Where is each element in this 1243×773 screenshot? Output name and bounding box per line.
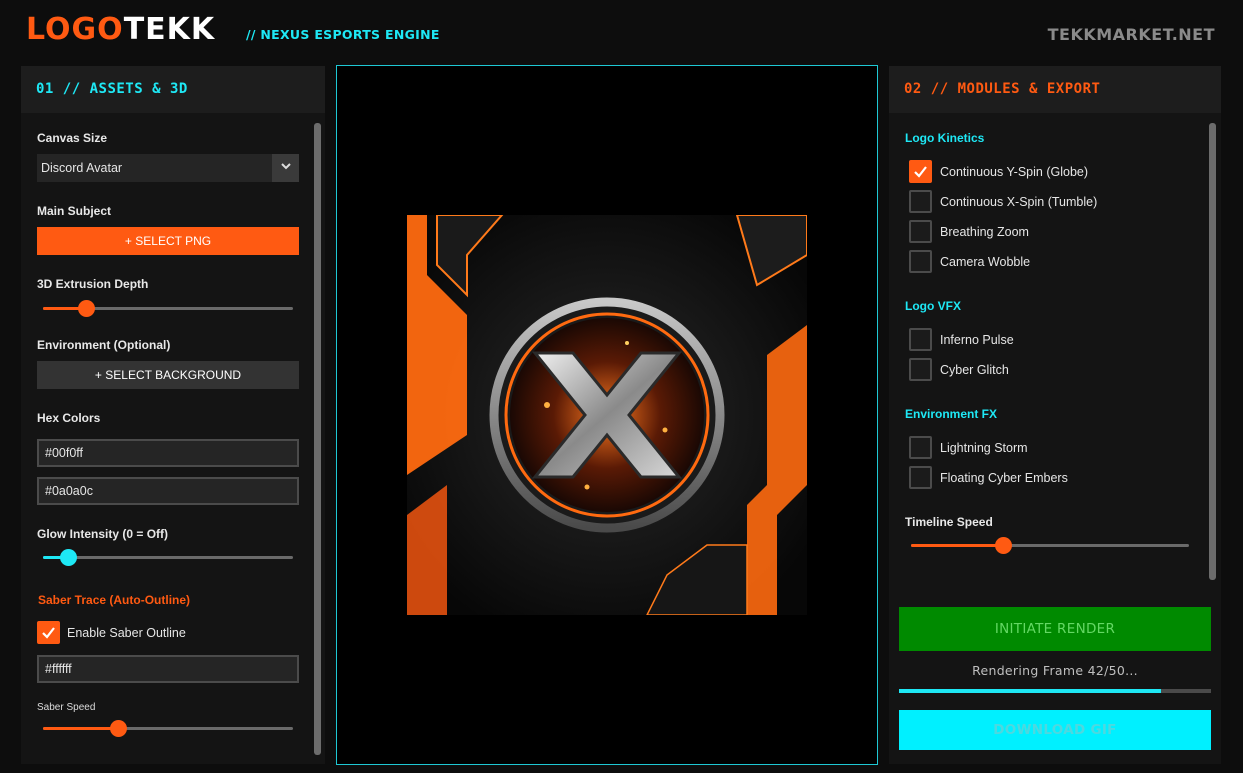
saber-speed-knob[interactable] — [110, 720, 127, 737]
hex-colors-label: Hex Colors — [37, 411, 101, 425]
render-progress-fill — [899, 689, 1162, 693]
modules-scrollbar[interactable] — [1209, 123, 1216, 580]
vfx-inferno-pulse-checkbox[interactable] — [909, 328, 932, 351]
download-gif-button[interactable]: DOWNLOAD GIF — [899, 710, 1211, 750]
select-png-button[interactable]: + SELECT PNG — [37, 227, 299, 255]
timeline-speed-label: Timeline Speed — [905, 515, 993, 529]
canvas-size-value: Discord Avatar — [41, 161, 123, 175]
logo-text-secondary: TEKK — [123, 12, 216, 47]
env-lightning-storm-label: Lightning Storm — [940, 441, 1028, 455]
kinetic-y-spin-label: Continuous Y-Spin (Globe) — [940, 165, 1089, 179]
extrusion-depth-slider[interactable] — [43, 300, 293, 317]
hex-color-2-field[interactable]: #0a0a0c — [37, 477, 299, 505]
panel-title: ASSETS & 3D — [89, 81, 188, 97]
assets-scrollbar[interactable] — [314, 123, 321, 755]
extrusion-depth-label: 3D Extrusion Depth — [37, 277, 149, 291]
chevron-down-icon[interactable] — [272, 154, 299, 182]
panel-title: MODULES & EXPORT — [957, 81, 1101, 97]
app-logo: LOGOTEKK — [26, 12, 215, 48]
check-icon — [914, 166, 927, 178]
saber-outline-checkbox[interactable] — [37, 621, 60, 644]
preview-canvas — [336, 65, 878, 765]
saber-trace-label: Saber Trace (Auto-Outline) — [38, 593, 191, 607]
extrusion-depth-knob[interactable] — [78, 300, 95, 317]
modules-panel-header: 02 // MODULES & EXPORT — [889, 66, 1221, 113]
env-floating-embers-label: Floating Cyber Embers — [940, 471, 1068, 485]
environment-label: Environment (Optional) — [37, 338, 171, 352]
kinetic-camera-wobble-checkbox[interactable] — [909, 250, 932, 273]
select-background-button[interactable]: + SELECT BACKGROUND — [37, 361, 299, 389]
timeline-speed-knob[interactable] — [995, 537, 1012, 554]
env-floating-embers-checkbox[interactable] — [909, 466, 932, 489]
canvas-size-label: Canvas Size — [37, 131, 108, 145]
logo-text-primary: LOGO — [26, 12, 124, 47]
check-icon — [42, 627, 55, 639]
logo-vfx-label: Logo VFX — [905, 299, 961, 313]
timeline-speed-slider[interactable] — [911, 537, 1189, 554]
saber-speed-label: Saber Speed — [37, 702, 96, 713]
kinetic-camera-wobble-label: Camera Wobble — [940, 255, 1031, 269]
kinetic-y-spin-checkbox[interactable] — [909, 160, 932, 183]
initiate-render-button[interactable]: INITIATE RENDER — [899, 607, 1211, 651]
main-subject-label: Main Subject — [37, 204, 112, 218]
assets-panel-header: 01 // ASSETS & 3D — [21, 66, 325, 113]
app-tagline: // NEXUS ESPORTS ENGINE — [246, 27, 440, 42]
render-status-text: Rendering Frame 42/50... — [972, 663, 1138, 678]
site-link[interactable]: TEKKMARKET.NET — [1048, 25, 1215, 44]
saber-outline-label: Enable Saber Outline — [67, 626, 186, 640]
hex-color-1-field[interactable]: #00f0ff — [37, 439, 299, 467]
saber-color-field[interactable]: #ffffff — [37, 655, 299, 683]
panel-separator: // — [62, 81, 81, 97]
glow-intensity-slider[interactable] — [43, 549, 293, 566]
saber-speed-fill — [43, 727, 118, 730]
vfx-inferno-pulse-label: Inferno Pulse — [940, 333, 1014, 347]
kinetic-breathing-zoom-label: Breathing Zoom — [940, 225, 1029, 239]
vfx-cyber-glitch-checkbox[interactable] — [909, 358, 932, 381]
saber-speed-slider[interactable] — [43, 720, 293, 737]
glow-intensity-label: Glow Intensity (0 = Off) — [37, 527, 169, 541]
logo-kinetics-label: Logo Kinetics — [905, 131, 985, 145]
canvas-size-select[interactable]: Discord Avatar — [37, 154, 299, 182]
logo-preview-image — [407, 215, 807, 615]
panel-number: 01 — [36, 81, 54, 97]
environment-fx-label: Environment FX — [905, 407, 998, 421]
kinetic-x-spin-label: Continuous X-Spin (Tumble) — [940, 195, 1098, 209]
timeline-speed-fill — [911, 544, 1003, 547]
env-lightning-storm-checkbox[interactable] — [909, 436, 932, 459]
vfx-cyber-glitch-label: Cyber Glitch — [940, 363, 1009, 377]
app-header: LOGOTEKK // NEXUS ESPORTS ENGINE TEKKMAR… — [0, 0, 1243, 62]
assets-panel: 01 // ASSETS & 3D Canvas Size Discord Av… — [21, 66, 325, 764]
glow-intensity-knob[interactable] — [60, 549, 77, 566]
kinetic-x-spin-checkbox[interactable] — [909, 190, 932, 213]
panel-number: 02 — [904, 81, 922, 97]
kinetic-breathing-zoom-checkbox[interactable] — [909, 220, 932, 243]
render-progress-bar — [899, 689, 1211, 693]
panel-separator: // — [930, 81, 949, 97]
modules-panel: 02 // MODULES & EXPORT Logo Kinetics Con… — [889, 66, 1221, 764]
